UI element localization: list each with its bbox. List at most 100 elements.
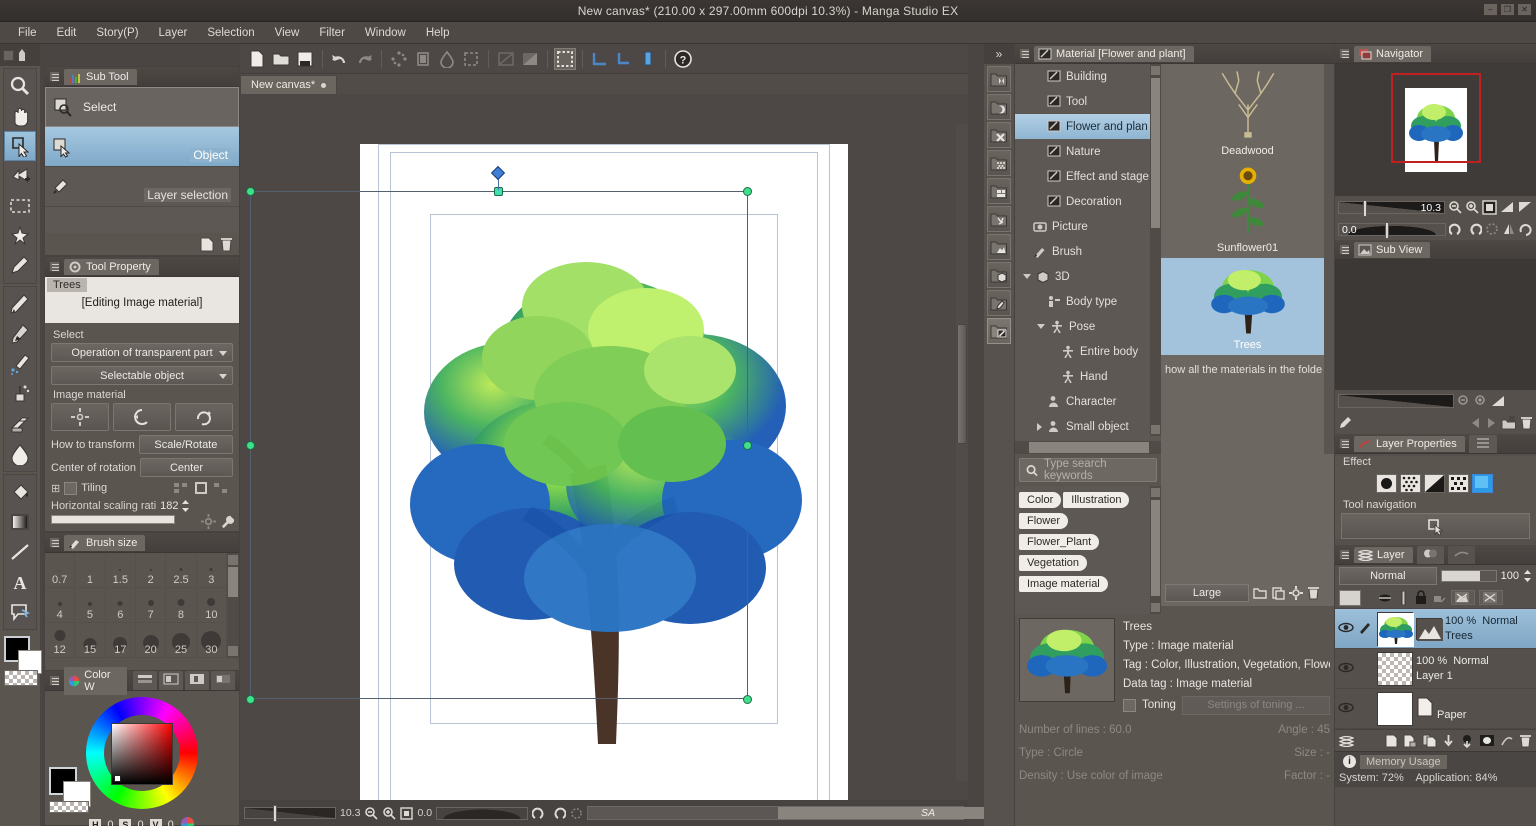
handle-top-right[interactable] [743,187,752,196]
toolbar-help[interactable]: ? [672,48,694,70]
sub-tool-item-select[interactable]: Select [45,87,239,127]
material-tag-scrollbar[interactable] [1150,486,1161,614]
close-button[interactable]: ✕ [1517,3,1532,16]
material-tag-illustration[interactable]: Illustration [1063,492,1130,508]
tool-object-operation[interactable] [4,131,36,161]
clip-icon[interactable] [1377,591,1393,605]
material-rail-download[interactable] [987,290,1011,316]
transform-selection-box[interactable] [250,191,748,699]
status-zoom-slider[interactable] [244,805,336,822]
selectable-object-combo[interactable]: Selectable object [51,366,233,385]
layer-opacity-slider[interactable] [1440,570,1497,582]
new-raster-layer-icon[interactable] [1385,734,1398,748]
layer-row-trees[interactable]: 100 % Normal Trees [1335,609,1536,649]
toolbar-selection-area[interactable] [554,47,576,70]
material-tag-color[interactable]: Color [1019,492,1062,508]
material-thumbnail-deadwood[interactable]: Deadwood [1161,64,1334,161]
eyedropper-icon[interactable] [1338,416,1352,430]
zoom-out-icon[interactable] [364,806,379,820]
canvas-scroll-thumb[interactable] [957,324,967,444]
mirror-icon[interactable] [1502,222,1516,236]
chevron-double-right-icon[interactable]: » [984,44,1014,64]
color-effect-icon[interactable] [1471,474,1493,493]
toolbar-new-file[interactable] [246,48,268,70]
material-tree-vscrollbar[interactable] [1150,64,1161,436]
handle-middle-left[interactable] [246,441,255,450]
approximate-color-tab[interactable] [211,671,235,690]
flip-vertical-icon[interactable] [1518,200,1533,214]
navigator-zoom-slider[interactable]: 10.3 [1338,199,1445,217]
toolbar-blend[interactable] [436,48,458,70]
document-tab-new-canvas[interactable]: New canvas* [240,75,338,94]
material-rail-image[interactable] [987,234,1011,260]
tool-property-menu-grip[interactable] [49,261,60,272]
navigator-tab[interactable]: Navigator [1354,45,1432,62]
move-down-icon[interactable] [1442,734,1455,748]
material-tree-item-small-object[interactable]: Small object [1015,414,1161,436]
scroll-thumb[interactable] [1029,442,1149,453]
handle-bottom-right[interactable] [743,695,752,704]
layer-thumbnail[interactable] [1377,611,1414,647]
tile-mirror-icon[interactable] [213,481,229,495]
material-tree-item-pose[interactable]: Pose [1015,314,1161,339]
tone-effect-icon[interactable] [1399,474,1421,493]
material-rail-color-pattern[interactable] [987,122,1011,148]
canvas-viewport[interactable] [240,94,968,807]
material-tree-item-entire-body[interactable]: Entire body [1015,339,1161,364]
layer-visibility-toggle[interactable] [1337,622,1355,636]
material-rail-manga[interactable] [987,178,1011,204]
material-settings-icon[interactable] [1289,586,1303,600]
color-set-tab[interactable] [159,671,183,690]
brush-size-cell[interactable]: 4 [45,588,76,623]
brush-size-cell[interactable]: 20 [136,623,167,658]
lock-icon[interactable] [1414,590,1428,605]
layer-draw-indicator[interactable] [1358,620,1374,637]
expand-plus-icon[interactable]: ⊞ [51,482,60,495]
brush-size-cell[interactable]: 5 [75,588,106,623]
border-effect-icon[interactable] [1375,474,1397,493]
fit-icon[interactable] [400,806,414,820]
tool-airbrush[interactable] [4,349,36,379]
toolbar-redo[interactable] [353,48,375,70]
next-image-icon[interactable] [1485,417,1498,429]
ruler-icon[interactable] [1397,590,1410,605]
zoom-in-icon[interactable] [382,806,397,820]
rotate-90-icon[interactable] [1519,222,1533,236]
layer-row-layer-1[interactable]: 100 % Normal Layer 1 [1335,649,1536,689]
brush-size-cell[interactable]: 6 [105,588,136,623]
brush-size-cell[interactable]: 1.5 [105,553,136,588]
reset-rotation-icon[interactable] [570,807,583,820]
transparent-color-swatch[interactable] [4,670,38,686]
hsv-v-value[interactable]: 0 [168,819,174,826]
canvas-vertical-scrollbar[interactable] [956,124,968,781]
material-tree-item-hand[interactable]: Hand [1015,364,1161,389]
toolbar-save[interactable] [294,48,316,70]
scale-adjust-icon[interactable] [51,403,109,431]
menu-item-layer[interactable]: Layer [149,25,198,41]
tool-figure-line[interactable] [4,537,36,567]
toolbar-clear[interactable] [388,48,410,70]
color-slider-tab[interactable] [133,671,157,690]
layer-menu-grip[interactable] [1339,549,1350,560]
material-tree-item-brush[interactable]: Brush [1015,239,1161,264]
tool-move-layer[interactable] [4,161,36,191]
hsv-h-value[interactable]: 0 [107,819,113,826]
reset-rotation-icon[interactable] [1485,222,1499,236]
intermediate-color-tab[interactable] [185,671,209,690]
sub-tool-menu-grip[interactable] [49,71,60,82]
tool-fill[interactable] [4,477,36,507]
brush-size-tab[interactable]: Brush size [64,534,146,551]
brush-size-cell[interactable]: 8 [166,588,197,623]
clip-layer-icon[interactable] [1500,734,1514,747]
toolbar-scale[interactable] [460,48,482,70]
navigator-menu-grip[interactable] [1339,48,1350,59]
material-tag-vegetation[interactable]: Vegetation [1019,555,1087,571]
scroll-up-arrow-icon[interactable] [1151,66,1160,75]
saturation-value-square[interactable] [111,723,173,785]
scroll-down-arrow-icon[interactable] [1151,425,1160,434]
rotate-right-icon[interactable] [1467,222,1482,236]
material-thumbs-scrollbar[interactable] [1324,64,1334,454]
scroll-thumb[interactable] [228,567,238,597]
zoom-in-icon[interactable] [1474,394,1488,408]
handle-middle-right[interactable] [743,441,752,450]
